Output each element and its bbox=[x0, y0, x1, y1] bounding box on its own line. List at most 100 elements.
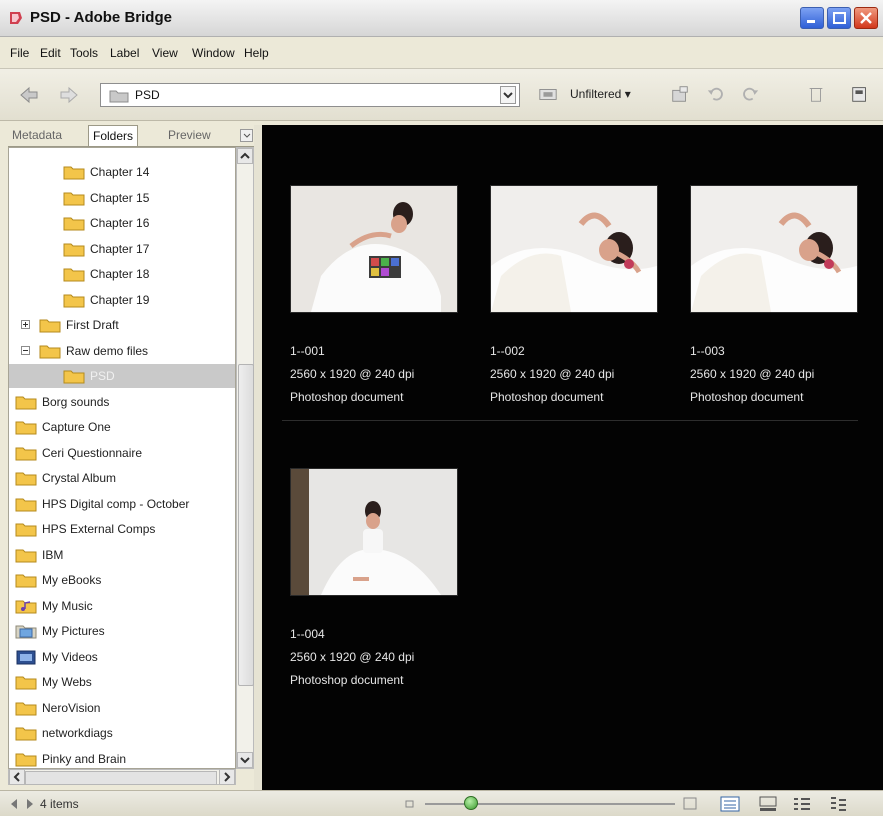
tab-folders[interactable]: Folders bbox=[88, 125, 139, 146]
compact-mode-icon[interactable] bbox=[850, 84, 870, 104]
horizontal-scroll-thumb[interactable] bbox=[25, 771, 217, 785]
panels-toggle-icon[interactable] bbox=[10, 797, 34, 811]
folder-tree-item[interactable]: Chapter 18 bbox=[9, 262, 235, 286]
rotate-left-icon[interactable] bbox=[706, 84, 726, 104]
menu-view[interactable]: View bbox=[152, 46, 178, 60]
versions-view-icon[interactable] bbox=[828, 795, 848, 813]
folder-tree-item-label: My Webs bbox=[42, 675, 92, 689]
folder-tree-item[interactable]: HPS External Comps bbox=[9, 517, 235, 541]
thumbnail-image[interactable] bbox=[490, 185, 658, 313]
status-bar: 4 items bbox=[0, 790, 883, 816]
folder-tree-item-label: IBM bbox=[42, 547, 64, 562]
thumbnail-size: 2560 x 1920 @ 240 dpi bbox=[690, 367, 815, 381]
folder-tree-item-label: Chapter 14 bbox=[90, 165, 150, 179]
thumbnail-size: 2560 x 1920 @ 240 dpi bbox=[290, 650, 415, 664]
folder-tree-item[interactable]: My Music bbox=[9, 594, 235, 618]
folder-icon bbox=[15, 702, 37, 715]
folder-tree-item[interactable]: Pinky and Brain bbox=[9, 747, 235, 769]
small-thumbnail-icon[interactable] bbox=[404, 798, 416, 810]
thumbnail-name: 1--004 bbox=[290, 627, 325, 641]
folder-tree-item[interactable]: My Videos bbox=[9, 645, 235, 669]
music-folder-icon bbox=[15, 600, 37, 613]
folder-tree-item[interactable]: My Webs bbox=[9, 670, 235, 694]
folder-icon bbox=[15, 498, 37, 511]
thumbnail-slider-handle[interactable] bbox=[464, 796, 478, 810]
panel-menu-button[interactable] bbox=[240, 129, 253, 142]
minimize-button[interactable] bbox=[800, 7, 824, 29]
folder-tree-item[interactable]: Chapter 15 bbox=[9, 186, 235, 210]
maximize-icon bbox=[833, 12, 846, 24]
thumbnail-size: 2560 x 1920 @ 240 dpi bbox=[490, 367, 615, 381]
folder-tree-item-label: My eBooks bbox=[42, 573, 102, 587]
folder-tree-item[interactable]: Capture One bbox=[9, 415, 235, 439]
thumbnail-size: 2560 x 1920 @ 240 dpi bbox=[290, 367, 415, 381]
forward-arrow-icon[interactable] bbox=[58, 85, 80, 105]
panel-splitter[interactable] bbox=[254, 125, 262, 790]
folder-tree-item[interactable]: PSD bbox=[9, 364, 235, 388]
folder-tree-item[interactable]: Chapter 14 bbox=[9, 160, 235, 184]
thumbnail-type: Photoshop document bbox=[290, 390, 404, 404]
vertical-scroll-thumb[interactable] bbox=[238, 364, 254, 686]
folder-tree-item-label: My Videos bbox=[42, 649, 98, 664]
folder-tree-item[interactable]: Ceri Questionnaire bbox=[9, 441, 235, 465]
thumbnail-name: 1--002 bbox=[490, 344, 525, 358]
chevron-down-icon bbox=[240, 757, 250, 764]
scroll-down-button[interactable] bbox=[237, 752, 253, 768]
trash-icon[interactable] bbox=[806, 84, 826, 104]
thumbnail-image[interactable] bbox=[290, 185, 458, 313]
scroll-right-button[interactable] bbox=[219, 769, 235, 785]
folder-tree-item[interactable]: Crystal Album bbox=[9, 466, 235, 490]
folder-tree-item[interactable]: My Pictures bbox=[9, 619, 235, 643]
folder-icon bbox=[63, 192, 85, 205]
thumbnail-name: 1--003 bbox=[690, 344, 725, 358]
folder-tree-vertical-scrollbar[interactable] bbox=[236, 147, 254, 769]
filmstrip-view-icon[interactable] bbox=[758, 795, 778, 813]
filter-dropdown[interactable]: Unfiltered ▾ bbox=[570, 87, 631, 101]
thumbnail-size-slider[interactable] bbox=[425, 803, 675, 805]
collapse-icon[interactable] bbox=[21, 345, 30, 355]
menu-edit[interactable]: Edit bbox=[40, 46, 61, 60]
expand-icon[interactable] bbox=[21, 320, 30, 329]
details-view-icon[interactable] bbox=[792, 795, 812, 813]
maximize-button[interactable] bbox=[827, 7, 851, 29]
back-arrow-icon[interactable] bbox=[18, 85, 40, 105]
folder-tree-item[interactable]: Raw demo files bbox=[9, 339, 235, 363]
folder-icon bbox=[15, 753, 37, 766]
folder-tree-item[interactable]: My eBooks bbox=[9, 568, 235, 592]
menu-tools[interactable]: Tools bbox=[70, 46, 98, 60]
menu-label[interactable]: Label bbox=[110, 46, 139, 60]
new-folder-icon[interactable] bbox=[670, 84, 690, 104]
folder-tree-item[interactable]: IBM bbox=[9, 543, 235, 567]
large-thumbnail-icon[interactable] bbox=[682, 796, 698, 812]
scroll-up-button[interactable] bbox=[237, 148, 253, 164]
folder-tree-item[interactable]: NeroVision bbox=[9, 696, 235, 720]
scroll-left-button[interactable] bbox=[9, 769, 25, 785]
tab-metadata[interactable]: Metadata bbox=[8, 125, 66, 146]
menu-window[interactable]: Window bbox=[192, 46, 235, 60]
row-separator bbox=[282, 420, 858, 421]
folder-tree-item-label: HPS Digital comp - October bbox=[42, 496, 190, 511]
folder-tree-item[interactable]: Chapter 19 bbox=[9, 288, 235, 312]
path-field[interactable]: PSD bbox=[100, 83, 520, 107]
menu-help[interactable]: Help bbox=[244, 46, 269, 60]
thumbnail-image[interactable] bbox=[690, 185, 858, 313]
folder-icon bbox=[109, 90, 129, 103]
menu-file[interactable]: File bbox=[10, 46, 29, 60]
filter-icon[interactable] bbox=[538, 84, 558, 104]
folder-tree-item[interactable]: networkdiags bbox=[9, 721, 235, 745]
folder-tree-item[interactable]: Chapter 17 bbox=[9, 237, 235, 261]
rotate-right-icon[interactable] bbox=[740, 84, 760, 104]
folder-tree-item[interactable]: Chapter 16 bbox=[9, 211, 235, 235]
close-button[interactable] bbox=[854, 7, 878, 29]
folder-tree-item[interactable]: HPS Digital comp - October bbox=[9, 492, 235, 516]
folder-icon bbox=[15, 396, 37, 409]
folder-icon bbox=[15, 523, 37, 537]
thumbnails-view-icon[interactable] bbox=[720, 795, 740, 813]
thumbnail-image[interactable] bbox=[290, 468, 458, 596]
folder-tree-item[interactable]: First Draft bbox=[9, 313, 235, 337]
tab-preview[interactable]: Preview bbox=[164, 125, 215, 146]
folder-tree-horizontal-scrollbar[interactable] bbox=[8, 769, 236, 785]
folder-tree-item[interactable]: Borg sounds bbox=[9, 390, 235, 414]
folder-tree-item-label: Chapter 15 bbox=[90, 190, 150, 205]
path-dropdown-button[interactable] bbox=[500, 86, 516, 104]
